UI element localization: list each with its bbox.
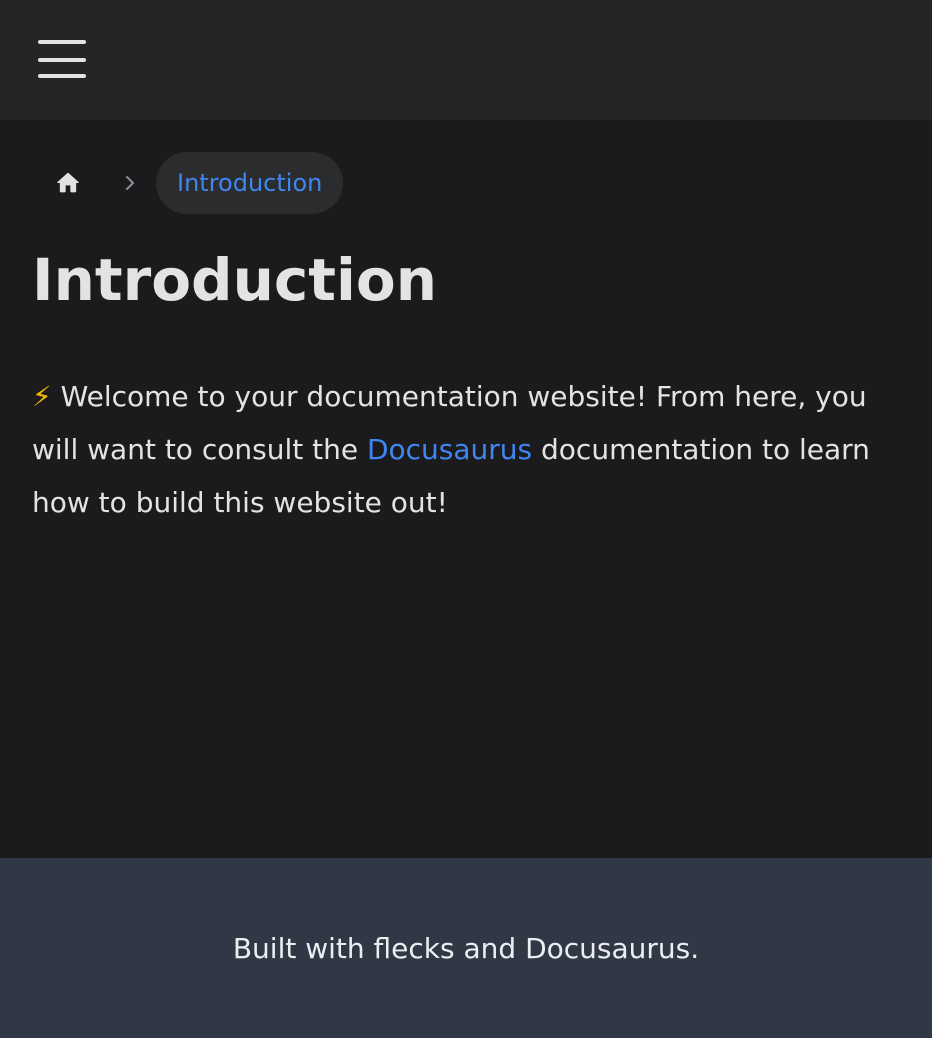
lightning-icon: ⚡ <box>32 380 52 413</box>
footer-text: Built with flecks and Docusaurus. <box>232 931 700 965</box>
main-content: Introduction Introduction ⚡ Welcome to y… <box>0 120 932 858</box>
docusaurus-link[interactable]: Docusaurus <box>367 433 532 466</box>
breadcrumb-home[interactable] <box>32 152 104 214</box>
menu-bar-bottom <box>38 74 86 78</box>
breadcrumb-current[interactable]: Introduction <box>156 152 344 214</box>
intro-paragraph: ⚡ Welcome to your documentation website!… <box>32 370 902 529</box>
menu-bar-top <box>38 40 86 44</box>
hamburger-menu-icon[interactable] <box>32 34 92 86</box>
chevron-right-icon <box>104 152 156 214</box>
menu-bar-middle <box>38 58 86 62</box>
footer: Built with flecks and Docusaurus. <box>0 858 932 1038</box>
navbar <box>0 0 932 120</box>
home-icon <box>57 172 79 193</box>
page-title: Introduction <box>32 246 437 314</box>
breadcrumb: Introduction <box>32 152 344 214</box>
